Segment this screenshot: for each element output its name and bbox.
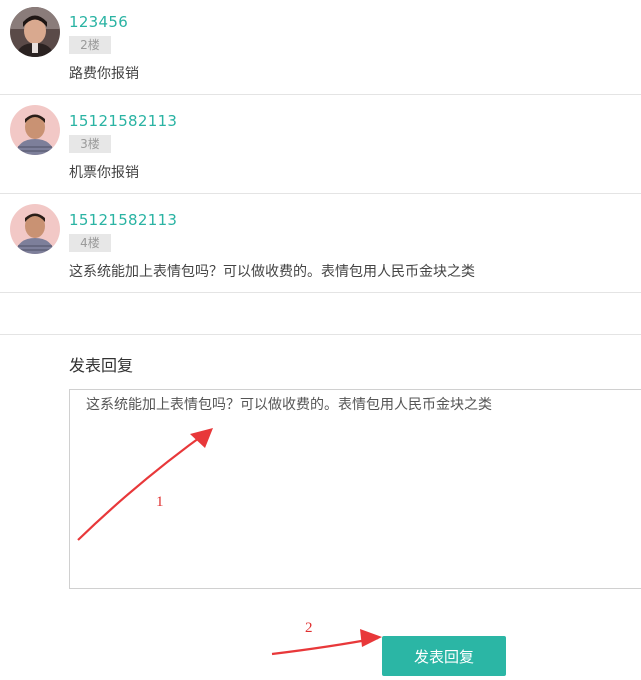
- floor-badge: 2楼: [69, 36, 111, 54]
- comment-item: 15121582113 3楼 机票你报销: [0, 95, 641, 194]
- comment-username[interactable]: 123456: [69, 13, 128, 31]
- floor-badge: 4楼: [69, 234, 111, 252]
- user-avatar-1-icon[interactable]: [10, 7, 60, 57]
- comment-item: 123456 2楼 路费你报销: [0, 0, 641, 95]
- section-divider: [0, 334, 641, 335]
- user-avatar-2-icon[interactable]: [10, 204, 60, 254]
- comment-item: 15121582113 4楼 这系统能加上表情包吗？可以做收费的。表情包用人民币…: [0, 194, 641, 293]
- annotation-arrow-2: [271, 629, 382, 656]
- comment-text: 这系统能加上表情包吗？可以做收费的。表情包用人民币金块之类: [69, 264, 475, 280]
- comment-username[interactable]: 15121582113: [69, 112, 177, 130]
- comment-text: 机票你报销: [69, 165, 139, 181]
- user-avatar-2-icon[interactable]: [10, 105, 60, 155]
- comment-username[interactable]: 15121582113: [69, 211, 177, 229]
- floor-badge: 3楼: [69, 135, 111, 153]
- reply-section-title: 发表回复: [69, 356, 134, 375]
- comment-text: 路费你报销: [69, 66, 139, 82]
- submit-reply-button[interactable]: 发表回复: [382, 636, 506, 676]
- annotation-label-2: 2: [305, 620, 313, 636]
- forum-reply-page: 123456 2楼 路费你报销 15121582113 3楼 机票你报销 151…: [0, 0, 641, 680]
- reply-textarea[interactable]: [69, 389, 641, 589]
- annotation-label-1: 1: [156, 494, 164, 510]
